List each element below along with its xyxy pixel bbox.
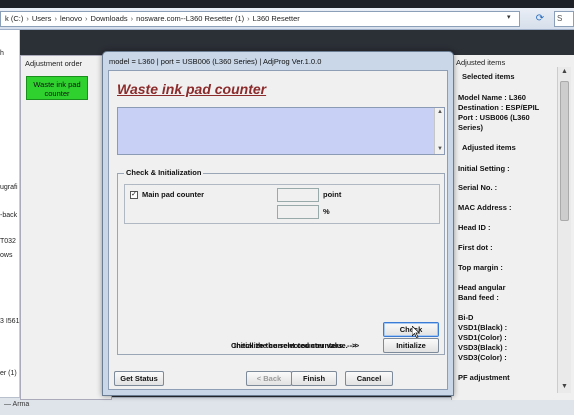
address-field[interactable]: k (C:) › Users › lenovo › Downloads › nosware.co… [0,11,520,27]
path-separator: › [26,14,29,23]
scrollbar-thumb[interactable] [560,81,569,221]
path-users[interactable]: Users [32,14,52,23]
point-unit-label: point [323,190,342,199]
nav-item[interactable]: ows [0,252,12,259]
initialize-prompt: Initialize the selected counters. --> [234,341,357,350]
adjusted-items-scrollbar[interactable]: ▲ ▼ [557,67,571,393]
path-separator: › [54,14,57,23]
textarea-scrollbar[interactable]: ▲ ▼ [434,108,444,154]
scroll-down-icon[interactable]: ▼ [561,383,568,390]
nav-item[interactable]: T032 [0,238,16,245]
initial-setting-row: Initial Setting : [458,164,510,173]
adjustment-order-title: Adjustment order [25,59,83,68]
mouse-pointer-icon [412,326,420,338]
adjusted-items-title: Adjusted items [456,58,506,67]
refresh-icon[interactable]: ⟳ [530,12,550,27]
screen-top-strip [0,0,574,8]
explorer-nav-pane: h ugrafi -back T032 ows 3 I561 er (1) [0,30,20,400]
main-pad-counter-label[interactable]: Main pad counter [142,190,204,199]
nav-item[interactable]: -back [0,212,17,219]
chevron-down-icon[interactable]: ▾ [507,13,511,21]
counter-box: ✓ Main pad counter point % [124,184,440,224]
adjprog-dialog: model = L360 | port = USB006 (L360 Serie… [102,51,454,396]
path-lenovo[interactable]: lenovo [60,14,82,23]
nav-item[interactable]: er (1) [0,370,17,377]
port-line: Port : USB006 (L360 [458,113,530,122]
percent-value-field[interactable] [277,205,319,219]
initialize-button[interactable]: Initialize [383,338,439,353]
first-dot-row: First dot : [458,243,493,252]
vsd1-color-row: VSD1(Color) : [458,333,507,342]
dialog-body: Waste ink pad counter ▲ ▼ Check & Initia… [108,70,448,390]
destination-line: Destination : ESP/EPIL [458,103,540,112]
nav-item[interactable]: h [0,50,4,57]
path-drive[interactable]: k (C:) [5,14,23,23]
scroll-down-icon[interactable]: ▼ [437,146,443,152]
bid-row: Bi-D [458,313,474,322]
head-id-row: Head ID : [458,223,491,232]
adjusted-items-panel: Adjusted items Selected items Model Name… [451,55,574,400]
port-line-cont: Series) [458,123,484,132]
explorer-address-bar: k (C:) › Users › lenovo › Downloads › nosware.co… [0,8,574,30]
check-button[interactable]: Check [383,322,439,337]
point-value-field[interactable] [277,188,319,202]
nav-item[interactable]: 3 I561 [0,318,19,325]
description-textarea[interactable]: ▲ ▼ [117,107,445,155]
page-heading: Waste ink pad counter [117,81,267,97]
top-margin-row: Top margin : [458,263,503,272]
path-separator: › [247,14,250,23]
percent-unit-label: % [323,207,330,216]
path-separator: › [130,14,134,23]
search-box[interactable]: S [554,11,574,27]
serial-no-row: Serial No. : [458,183,498,192]
path-current-folder[interactable]: L360 Resetter [253,14,300,23]
dialog-title: model = L360 | port = USB006 (L360 Serie… [109,57,322,66]
scroll-up-icon[interactable]: ▲ [561,68,568,75]
selected-items-header: Selected items [462,72,515,81]
band-feed-row: Band feed : [458,293,499,302]
get-status-button[interactable]: Get Status [114,371,164,386]
pf-adjustment-row: PF adjustment [458,373,510,382]
head-angular-row: Head angular [458,283,506,292]
back-button[interactable]: < Back [246,371,292,386]
adjusted-items-header: Adjusted items [462,143,516,152]
group-title: Check & Initialization [124,168,204,177]
adjustment-order-item-waste-ink[interactable]: Waste ink pad counter [26,76,88,100]
taskbar-text[interactable]: — Arma [4,401,29,408]
vsd3-black-row: VSD3(Black) : [458,343,508,352]
path-downloads[interactable]: Downloads [91,14,128,23]
nav-item[interactable]: ugrafi [0,184,18,191]
model-name-line: Model Name : L360 [458,93,526,102]
vsd3-color-row: VSD3(Color) : [458,353,507,362]
cancel-button[interactable]: Cancel [345,371,393,386]
path-resetter-folder[interactable]: nosware.com--L360 Resetter (1) [136,14,244,23]
main-pad-counter-checkbox[interactable]: ✓ [130,191,138,199]
scroll-up-icon[interactable]: ▲ [437,109,443,115]
search-box-letter: S [557,14,563,23]
adjustment-order-panel: Adjustment order Waste ink pad counter [20,55,112,400]
path-separator: › [85,14,88,23]
vsd1-black-row: VSD1(Black) : [458,323,508,332]
mac-address-row: MAC Address : [458,203,512,212]
finish-button[interactable]: Finish [291,371,337,386]
